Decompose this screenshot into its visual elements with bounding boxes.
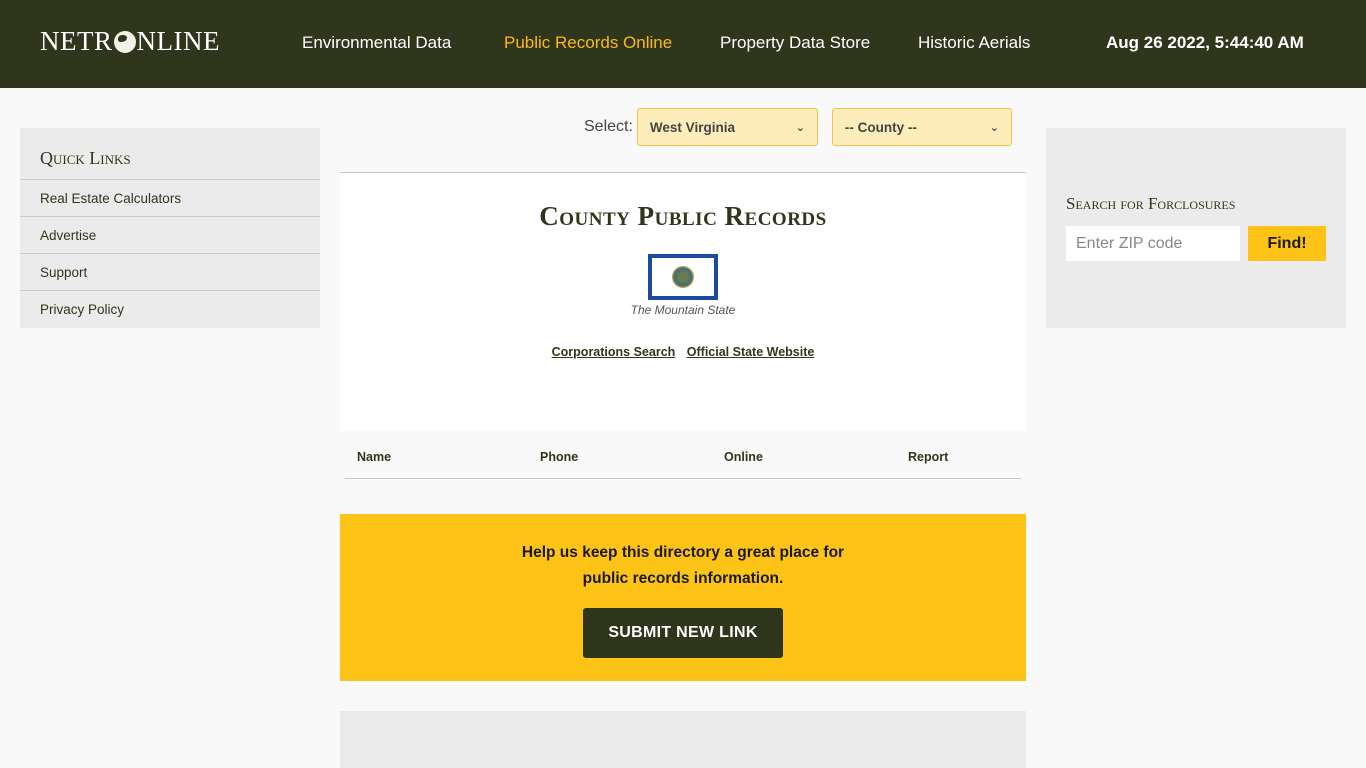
sidebar-item-real-estate-calculators[interactable]: Real Estate Calculators <box>20 180 320 217</box>
nav-environmental-data[interactable]: Environmental Data <box>302 33 451 53</box>
banner-line-2: public records information. <box>582 570 784 587</box>
select-label: Select: <box>584 118 633 135</box>
logo-text-suffix: NLINE <box>136 25 220 56</box>
foreclosure-search-panel: Search for Forclosures Find! <box>1046 128 1346 328</box>
location-selector: Select: West Virginia ⌄ -- County -- ⌄ <box>584 108 1012 146</box>
state-links: Corporations Search Official State Websi… <box>340 345 1026 359</box>
nav-historic-aerials[interactable]: Historic Aerials <box>918 33 1030 53</box>
county-select[interactable]: -- County -- ⌄ <box>831 108 1012 146</box>
page-title: County Public Records <box>539 201 827 231</box>
chevron-down-icon: ⌄ <box>989 121 999 134</box>
column-header-report[interactable]: Report <box>908 450 948 464</box>
state-motto: The Mountain State <box>630 303 736 317</box>
logo-text-prefix: NETR <box>40 25 113 56</box>
state-seal-icon <box>672 266 694 288</box>
submit-new-link-button[interactable]: SUBMIT NEW LINK <box>583 608 783 658</box>
nav-public-records-online[interactable]: Public Records Online <box>504 33 672 53</box>
west-virginia-flag-icon <box>648 254 718 300</box>
submit-link-banner: Help us keep this directory a great plac… <box>340 514 1026 681</box>
column-header-online[interactable]: Online <box>724 450 763 464</box>
globe-icon <box>113 31 136 53</box>
records-table-header: Name Phone Online Report <box>345 438 1021 479</box>
county-records-card: County Public Records The Mountain State… <box>340 172 1026 431</box>
corporations-search-link[interactable]: Corporations Search <box>552 345 676 359</box>
sidebar-item-advertise[interactable]: Advertise <box>20 217 320 254</box>
netronline-logo[interactable]: NETR NLINE <box>40 24 220 58</box>
column-header-name[interactable]: Name <box>357 450 391 464</box>
column-header-phone[interactable]: Phone <box>540 450 578 464</box>
sidebar-item-support[interactable]: Support <box>20 254 320 291</box>
find-button[interactable]: Find! <box>1248 226 1326 261</box>
chevron-down-icon: ⌄ <box>795 121 805 134</box>
state-select-value: West Virginia <box>649 119 735 135</box>
sidebar-item-privacy-policy[interactable]: Privacy Policy <box>20 291 320 328</box>
top-navigation-bar: NETR NLINE Environmental Data Public Reco… <box>0 0 1366 88</box>
official-state-website-link[interactable]: Official State Website <box>687 345 815 359</box>
banner-line-1: Help us keep this directory a great plac… <box>521 544 845 561</box>
zip-code-input[interactable] <box>1066 226 1240 261</box>
state-select[interactable]: West Virginia ⌄ <box>636 108 818 146</box>
quick-links-panel: Quick Links Real Estate Calculators Adve… <box>20 128 320 328</box>
current-datetime: Aug 26 2022, 5:44:40 AM <box>1106 33 1304 52</box>
banner-message: Help us keep this directory a great plac… <box>340 540 1026 592</box>
foreclosure-search-title: Search for Forclosures <box>1066 194 1236 213</box>
quick-links-title: Quick Links <box>20 128 320 180</box>
ad-placeholder <box>340 711 1026 768</box>
nav-property-data-store[interactable]: Property Data Store <box>720 33 870 53</box>
county-select-value: -- County -- <box>844 119 917 135</box>
